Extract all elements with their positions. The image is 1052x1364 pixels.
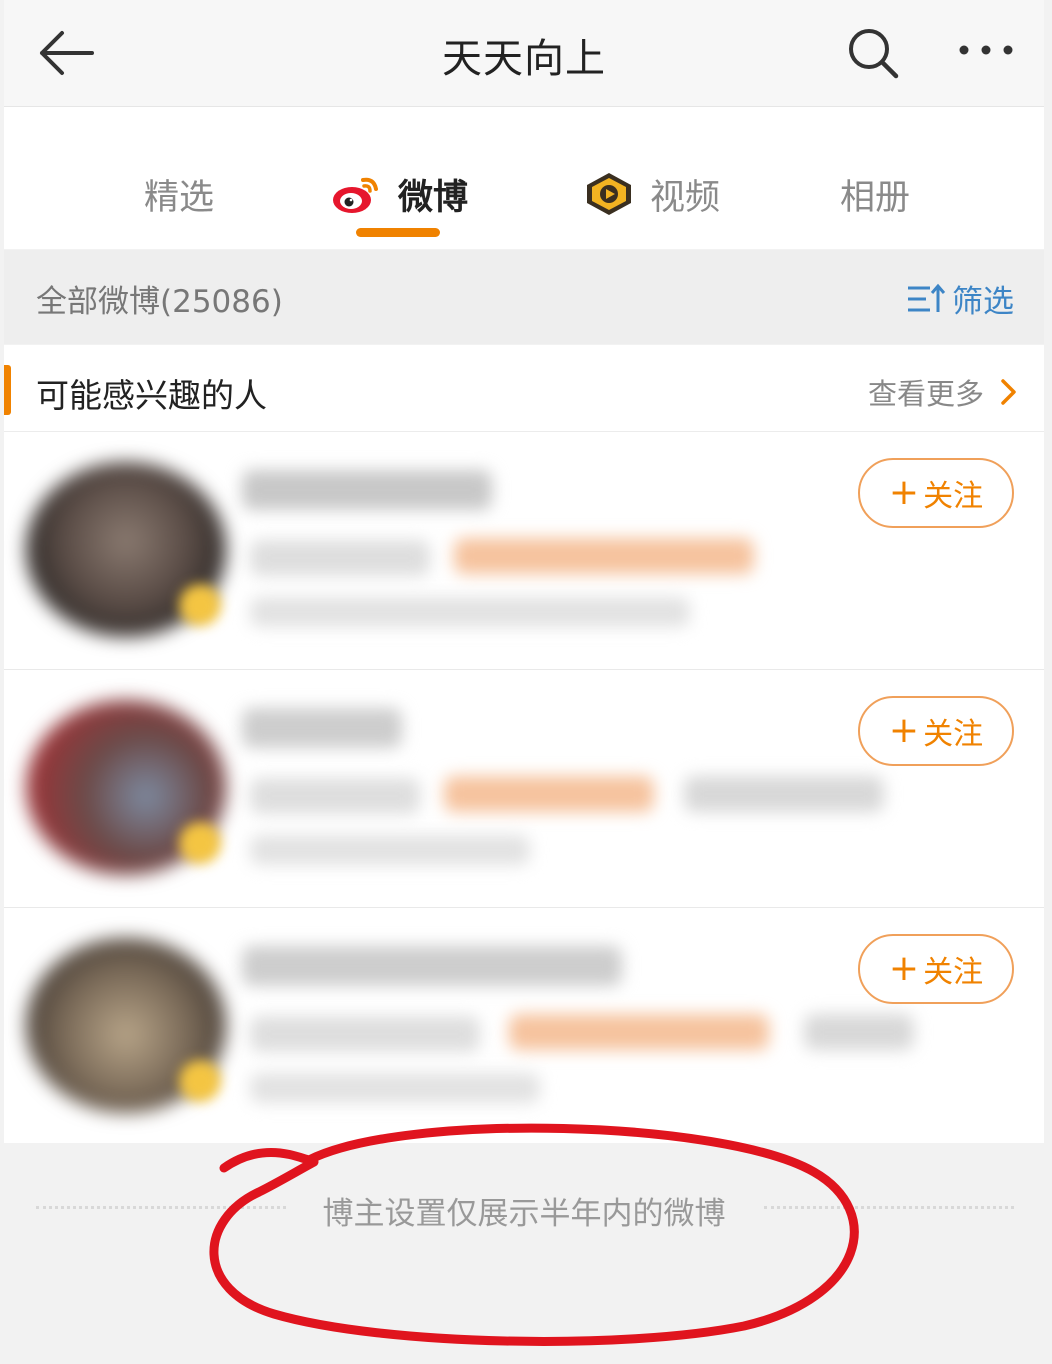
app-screen: 天天向上 精选 微博 视频 相册 全部微博(25086) 筛选 可能感兴趣的人 … bbox=[4, 0, 1044, 1364]
follow-button[interactable]: + 关注 bbox=[858, 934, 1014, 1004]
blurred-highlight-text bbox=[509, 1014, 769, 1050]
filter-button[interactable]: 筛选 bbox=[906, 276, 1014, 321]
plus-icon: + bbox=[888, 710, 920, 751]
blurred-text bbox=[804, 1014, 914, 1050]
blurred-text bbox=[250, 540, 430, 576]
verified-badge-icon bbox=[179, 822, 221, 864]
tab-featured[interactable]: 精选 bbox=[144, 169, 214, 219]
blurred-username bbox=[242, 946, 622, 986]
blurred-text bbox=[250, 778, 420, 814]
tab-featured-label: 精选 bbox=[144, 177, 215, 218]
active-tab-indicator bbox=[356, 228, 440, 237]
blurred-text bbox=[250, 1016, 480, 1052]
video-play-icon bbox=[582, 170, 636, 218]
follow-button[interactable]: + 关注 bbox=[858, 696, 1014, 766]
plus-icon: + bbox=[888, 948, 920, 989]
feed-end-notice: 博主设置仅展示半年内的微博 bbox=[4, 1143, 1044, 1364]
blurred-highlight-text bbox=[444, 776, 654, 812]
top-navigation-bar: 天天向上 bbox=[4, 0, 1044, 107]
follow-button[interactable]: + 关注 bbox=[858, 458, 1014, 528]
tab-video-label: 视频 bbox=[650, 177, 721, 218]
verified-badge-icon bbox=[179, 1060, 221, 1102]
tab-video[interactable]: 视频 bbox=[582, 169, 720, 219]
verified-badge-icon bbox=[179, 584, 221, 626]
blurred-text bbox=[250, 1073, 540, 1103]
chevron-right-icon bbox=[994, 377, 1024, 407]
blurred-text bbox=[684, 776, 884, 812]
tab-weibo[interactable]: 微博 bbox=[330, 169, 468, 219]
recommended-user-row[interactable]: + 关注 bbox=[4, 908, 1044, 1144]
blurred-username bbox=[242, 708, 402, 748]
recommended-users-card: 可能感兴趣的人 查看更多 + 关注 + 关注 + 关注 bbox=[4, 345, 1044, 1143]
tab-weibo-label: 微博 bbox=[398, 177, 469, 218]
tab-album[interactable]: 相册 bbox=[840, 169, 910, 219]
follow-label: 关注 bbox=[923, 717, 984, 752]
recommended-title: 可能感兴趣的人 bbox=[36, 376, 267, 415]
sort-filter-icon bbox=[906, 282, 946, 316]
plus-icon: + bbox=[888, 472, 920, 513]
half-year-visibility-note: 博主设置仅展示半年内的微博 bbox=[322, 1196, 726, 1232]
weibo-logo-icon bbox=[330, 172, 382, 216]
tab-album-label: 相册 bbox=[840, 177, 911, 218]
recommended-user-row[interactable]: + 关注 bbox=[4, 432, 1044, 668]
follow-label: 关注 bbox=[923, 479, 984, 514]
feed-header: 全部微博(25086) 筛选 bbox=[4, 250, 1044, 344]
view-more-label: 查看更多 bbox=[867, 377, 984, 411]
search-icon[interactable] bbox=[844, 24, 902, 82]
recommended-user-row[interactable]: + 关注 bbox=[4, 670, 1044, 906]
blurred-highlight-text bbox=[454, 538, 754, 574]
section-accent-bar bbox=[4, 365, 11, 415]
blurred-username bbox=[242, 470, 492, 510]
filter-label: 筛选 bbox=[952, 284, 1014, 320]
recommended-header: 可能感兴趣的人 查看更多 bbox=[4, 345, 1044, 432]
blurred-text bbox=[250, 835, 530, 865]
view-more-link[interactable]: 查看更多 bbox=[868, 371, 1024, 413]
profile-tabs: 精选 微博 视频 相册 bbox=[4, 107, 1044, 249]
more-dots-icon[interactable] bbox=[952, 30, 1020, 70]
follow-label: 关注 bbox=[923, 955, 984, 990]
blurred-text bbox=[250, 597, 690, 627]
weibo-count: 全部微博(25086) bbox=[36, 284, 283, 320]
